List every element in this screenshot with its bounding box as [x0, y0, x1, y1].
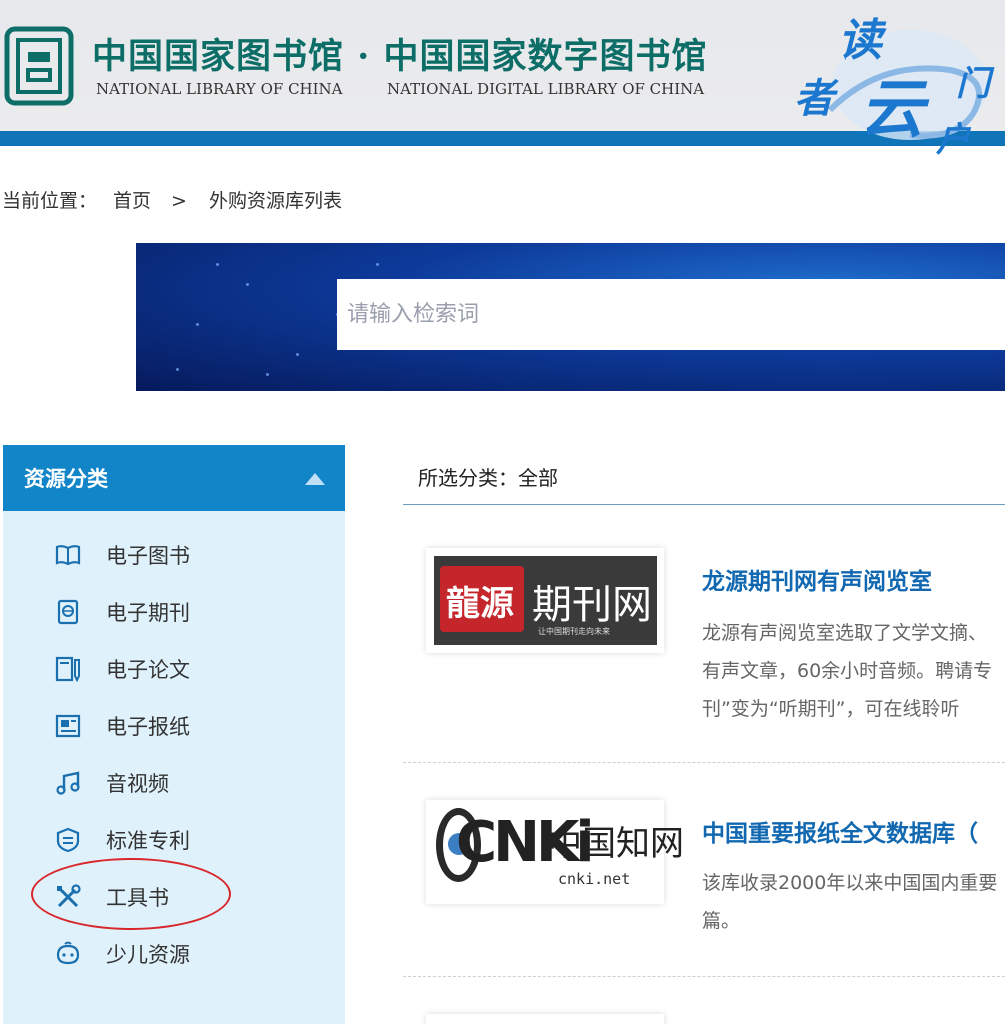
thesis-icon: [55, 656, 80, 682]
desc-line: 篇。: [702, 910, 741, 932]
deco-char-zhe: 者: [794, 75, 834, 122]
site-title-en-2: NATIONAL DIGITAL LIBRARY OF CHINA: [387, 80, 705, 98]
sidebar-item-children-resources[interactable]: 少儿资源: [3, 931, 345, 975]
journal-icon: [57, 599, 79, 625]
longyuan-logo-text-2: 期刊网: [532, 582, 652, 628]
sidebar-item-standards-patents[interactable]: 标准专利: [3, 817, 345, 861]
longyuan-logo-text-1: 龍源: [446, 584, 514, 624]
sidebar-item-ebooks[interactable]: 电子图书: [3, 532, 345, 576]
cnki-logo-sub: cnki.net: [558, 870, 631, 888]
longyuan-logo-sub: 让中国期刊走向未来: [538, 627, 610, 636]
item-divider: [403, 762, 1005, 763]
site-title-en-1: NATIONAL LIBRARY OF CHINA: [96, 80, 343, 98]
breadcrumb-home-link[interactable]: 首页: [113, 190, 151, 212]
sidebar-item-theses[interactable]: 电子论文: [3, 646, 345, 690]
deco-char-men: 门: [956, 64, 990, 104]
longyuan-logo-background: 龍源 期刊网 让中国期刊走向未来: [434, 556, 657, 645]
cnki-logo-text-2: 中国知网: [548, 824, 684, 864]
desc-line: 有声文章，60余小时音频。聘请专: [702, 660, 993, 682]
resource-desc-longyuan: 龙源有声阅览室选取了文学文摘、 有声文章，60余小时音频。聘请专 刊”变为“听期…: [702, 614, 1005, 728]
breadcrumb-prefix: 当前位置：: [2, 190, 98, 212]
selected-category: 所选分类：全部: [418, 466, 558, 490]
desc-line: 刊”变为“听期刊”，可在线聆听: [702, 698, 960, 720]
music-icon: [56, 771, 80, 795]
red-highlight-circle: [31, 858, 231, 930]
patent-icon: [56, 827, 80, 853]
resource-title-longyuan[interactable]: 龙源期刊网有声阅览室: [702, 562, 932, 596]
resource-desc-cnki: 该库收录2000年以来中国国内重要 篇。: [702, 864, 1005, 940]
sidebar-item-label: 电子图书: [106, 544, 190, 568]
search-input[interactable]: [337, 279, 1005, 350]
library-logo-icon[interactable]: [4, 26, 74, 106]
resource-category-sidebar: 资源分类 电子图书 电子期刊 电子论文 电子报纸 音视频 标准专利 工具书 少儿…: [3, 445, 345, 1024]
reader-cloud-portal-logo[interactable]: 读 者 云 门 户: [760, 0, 1005, 178]
sidebar-item-label: 音视频: [106, 772, 169, 796]
child-icon: [56, 941, 80, 965]
desc-line: 龙源有声阅览室选取了文学文摘、: [702, 622, 988, 644]
resource-logo-longyuan[interactable]: 龍源 期刊网 让中国期刊走向未来: [426, 548, 664, 653]
desc-line: 该库收录2000年以来中国国内重要: [702, 872, 998, 894]
sidebar-item-label: 少儿资源: [106, 943, 190, 967]
collapse-caret-icon[interactable]: [305, 473, 325, 485]
breadcrumb: 当前位置： 首页 > 外购资源库列表: [2, 186, 362, 213]
resource-logo-cnki[interactable]: CNKi 中国知网 cnki.net: [426, 800, 684, 904]
sidebar-item-label: 电子报纸: [106, 715, 190, 739]
resource-title-cnki[interactable]: 中国重要报纸全文数据库（: [702, 814, 978, 848]
breadcrumb-separator: >: [171, 190, 187, 212]
selected-category-divider: [403, 504, 1005, 505]
sidebar-title: 资源分类: [24, 467, 108, 491]
sidebar-header[interactable]: 资源分类: [3, 445, 345, 511]
sidebar-item-label: 电子期刊: [106, 601, 190, 625]
newspaper-icon: [55, 714, 81, 738]
resource-logo-partial[interactable]: [426, 1014, 664, 1024]
site-title-cn: 中国国家图书馆 · 中国国家数字图书馆: [92, 36, 708, 77]
sidebar-item-ejournals[interactable]: 电子期刊: [3, 589, 345, 633]
sidebar-item-label: 标准专利: [106, 829, 190, 853]
sidebar-item-enewspapers[interactable]: 电子报纸: [3, 703, 345, 747]
breadcrumb-current: 外购资源库列表: [208, 190, 342, 212]
sidebar-item-audio-video[interactable]: 音视频: [3, 760, 345, 804]
item-divider: [403, 976, 1005, 977]
deco-char-hu: 户: [936, 120, 970, 160]
deco-char-yun: 云: [860, 72, 924, 147]
book-icon: [55, 545, 81, 566]
sidebar-item-label: 电子论文: [106, 658, 190, 682]
